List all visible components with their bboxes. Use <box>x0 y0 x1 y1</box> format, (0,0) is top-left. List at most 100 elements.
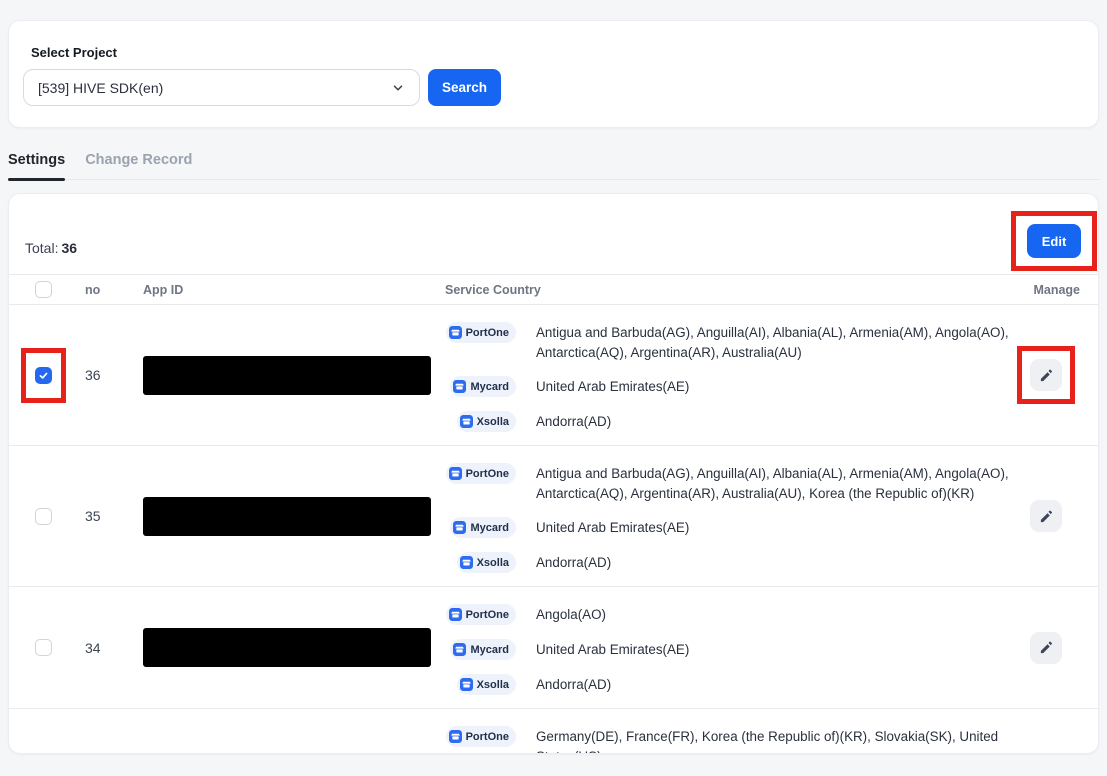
provider-badge-label: Mycard <box>470 522 509 534</box>
redacted-app-id <box>143 356 431 395</box>
service-country-text: Angola(AO) <box>536 604 606 625</box>
row-edit-button[interactable] <box>1030 632 1062 664</box>
provider-badge-label: PortOne <box>466 327 509 339</box>
store-icon <box>449 326 462 339</box>
service-line: Xsolla Andorra(AD) <box>445 552 1012 573</box>
provider-badge: Xsolla <box>457 552 516 573</box>
provider-badge-label: Xsolla <box>477 416 509 428</box>
service-country-text: United Arab Emirates(AE) <box>536 376 689 397</box>
provider-badge: Mycard <box>450 517 516 538</box>
settings-panel: Total:36 Edit no App ID Service Country … <box>8 193 1099 754</box>
table-header-row: no App ID Service Country Manage <box>9 274 1098 305</box>
service-country-cell: PortOne Antigua and Barbuda(AG), Anguill… <box>445 305 1012 445</box>
service-line: Xsolla Andorra(AD) <box>445 411 1012 432</box>
manage-annotation-box <box>1017 619 1075 677</box>
redacted-app-id <box>143 497 431 536</box>
service-line: PortOne Germany(DE), France(FR), Korea (… <box>445 726 1012 754</box>
tab-change-record[interactable]: Change Record <box>85 152 192 179</box>
provider-badge: PortOne <box>446 322 516 343</box>
provider-badge-label: Mycard <box>470 381 509 393</box>
row-edit-button[interactable] <box>1030 500 1062 532</box>
service-country-cell: PortOne Germany(DE), France(FR), Korea (… <box>445 709 1012 754</box>
tab-settings[interactable]: Settings <box>8 152 65 179</box>
provider-badge: PortOne <box>446 463 516 484</box>
pencil-icon <box>1039 368 1054 383</box>
project-select[interactable]: [539] HIVE SDK(en) <box>23 69 420 106</box>
row-checkbox[interactable] <box>35 639 52 656</box>
checkbox-annotation-box <box>21 620 66 675</box>
column-header-manage: Manage <box>1012 283 1080 297</box>
provider-badge-label: Mycard <box>470 644 509 656</box>
service-line: Mycard United Arab Emirates(AE) <box>445 517 1012 538</box>
store-icon <box>453 380 466 393</box>
select-all-checkbox[interactable] <box>35 281 52 298</box>
provider-badge-label: Xsolla <box>477 679 509 691</box>
checkbox-annotation-box <box>21 348 66 403</box>
select-project-label: Select Project <box>31 45 1082 60</box>
store-icon <box>460 678 473 691</box>
service-line: PortOne Antigua and Barbuda(AG), Anguill… <box>445 463 1012 503</box>
project-select-value: [539] HIVE SDK(en) <box>38 80 163 96</box>
provider-badge: Xsolla <box>457 411 516 432</box>
row-edit-button[interactable] <box>1030 359 1062 391</box>
redacted-app-id <box>143 628 431 667</box>
provider-badge-label: Xsolla <box>477 557 509 569</box>
service-country-text: United Arab Emirates(AE) <box>536 639 689 660</box>
store-icon <box>449 730 462 743</box>
check-icon <box>38 370 49 381</box>
tab-bar: Settings Change Record <box>8 152 1099 180</box>
search-button[interactable]: Search <box>428 69 501 106</box>
service-country-text: Antigua and Barbuda(AG), Anguilla(AI), A… <box>536 463 1012 503</box>
edit-button[interactable]: Edit <box>1027 224 1081 258</box>
total-label: Total: <box>25 240 58 256</box>
table-row: 36 PortOne Antigua and Barbuda(AG), Angu… <box>9 305 1098 446</box>
row-number: 36 <box>85 367 143 383</box>
service-country-text: Andorra(AD) <box>536 411 611 432</box>
provider-badge: Mycard <box>450 639 516 660</box>
store-icon <box>453 521 466 534</box>
provider-badge-label: PortOne <box>466 731 509 743</box>
table-body: 36 PortOne Antigua and Barbuda(AG), Angu… <box>9 305 1098 754</box>
edit-annotation-box: Edit <box>1011 211 1097 271</box>
store-icon <box>460 556 473 569</box>
provider-badge: Mycard <box>450 376 516 397</box>
row-checkbox[interactable] <box>35 508 52 525</box>
provider-badge-label: PortOne <box>466 468 509 480</box>
service-country-text: United Arab Emirates(AE) <box>536 517 689 538</box>
provider-badge: PortOne <box>446 726 516 747</box>
row-number: 34 <box>85 640 143 656</box>
total-count: Total:36 <box>25 240 77 256</box>
store-icon <box>449 608 462 621</box>
service-line: Xsolla Andorra(AD) <box>445 674 1012 695</box>
checkbox-annotation-box <box>21 489 66 544</box>
table-row: 34 PortOne Angola(AO) Mycard United Arab… <box>9 587 1098 709</box>
service-country-text: Germany(DE), France(FR), Korea (the Repu… <box>536 726 1012 754</box>
column-header-no: no <box>85 283 143 297</box>
row-number: 35 <box>85 508 143 524</box>
service-line: Mycard United Arab Emirates(AE) <box>445 639 1012 660</box>
manage-annotation-box <box>1017 487 1075 545</box>
table-row: 35 PortOne Antigua and Barbuda(AG), Angu… <box>9 446 1098 587</box>
service-country-cell: PortOne Antigua and Barbuda(AG), Anguill… <box>445 446 1012 586</box>
pencil-icon <box>1039 640 1054 655</box>
provider-badge-label: PortOne <box>466 609 509 621</box>
manage-annotation-box <box>1017 346 1075 404</box>
select-project-controls: [539] HIVE SDK(en) Search <box>23 69 1082 106</box>
provider-badge: Xsolla <box>457 674 516 695</box>
page: Select Project [539] HIVE SDK(en) Search… <box>0 20 1107 754</box>
service-line: PortOne Antigua and Barbuda(AG), Anguill… <box>445 322 1012 362</box>
store-icon <box>449 467 462 480</box>
row-checkbox[interactable] <box>35 367 52 384</box>
store-icon <box>453 643 466 656</box>
chevron-down-icon <box>391 81 405 95</box>
service-country-text: Andorra(AD) <box>536 674 611 695</box>
pencil-icon <box>1039 509 1054 524</box>
provider-badge: PortOne <box>446 604 516 625</box>
table-toolbar: Total:36 Edit <box>9 194 1098 274</box>
column-header-app-id: App ID <box>143 283 445 297</box>
service-line: Mycard United Arab Emirates(AE) <box>445 376 1012 397</box>
service-country-text: Andorra(AD) <box>536 552 611 573</box>
table-row: PortOne Germany(DE), France(FR), Korea (… <box>9 709 1098 754</box>
service-country-cell: PortOne Angola(AO) Mycard United Arab Em… <box>445 587 1012 708</box>
service-country-text: Antigua and Barbuda(AG), Anguilla(AI), A… <box>536 322 1012 362</box>
